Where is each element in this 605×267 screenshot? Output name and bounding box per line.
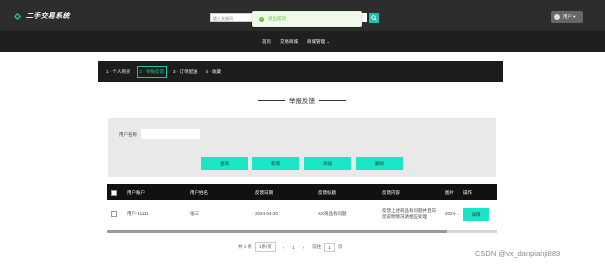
cell-date: 2024-04-20 (255, 211, 279, 216)
table-row[interactable]: 用户-11111 张三 2024-04-20 XX商品有问题 反馈上述商品有问题… (107, 200, 497, 231)
nav-item-home[interactable]: 首页 (262, 39, 271, 45)
next-page-button[interactable]: › (303, 245, 305, 250)
cell-title: XX商品有问题 (318, 211, 347, 216)
detail-button[interactable]: 详情 (463, 208, 489, 221)
logo[interactable]: 二手交易系统 (13, 11, 70, 21)
username-label: 用户名称 (119, 132, 137, 137)
page-unit: 页 (337, 244, 343, 249)
prev-page-button[interactable]: ‹ (283, 245, 285, 250)
cell-content: 反馈上述商品有问题并且向您说明情况请相应处理 (382, 208, 436, 219)
pagination: 共 1 条 1条/页 ‹ 1 › 前往 1 页 (238, 242, 342, 252)
user-label: 用户 ▾ (563, 14, 576, 19)
new-button[interactable]: 新增 (252, 157, 299, 170)
user-menu-button[interactable]: 用户 ▾ (551, 11, 583, 23)
section-title-text: 举报反馈 (289, 98, 315, 105)
user-center-tabs: 1 · 个人购买 2 · 举报反馈 3 · 订单配送 4 · 收藏 (98, 61, 503, 82)
tab-feedback[interactable]: 2 · 举报反馈 (136, 65, 168, 78)
col-image: 图片 (445, 190, 454, 195)
username-input[interactable] (141, 129, 200, 139)
pagination-total: 共 1 条 (238, 244, 253, 249)
success-icon: ✓ (259, 16, 264, 22)
horizontal-scrollbar[interactable] (107, 230, 497, 233)
goto-label: 前往 (312, 244, 322, 249)
avatar (554, 14, 560, 20)
search-button[interactable] (369, 12, 379, 23)
nav-item-mall[interactable]: 交易商城 (280, 39, 298, 45)
toast-notification: ✓ 退出成功 (252, 11, 362, 27)
divider-right (319, 99, 346, 101)
cell-account: 用户-11111 (127, 211, 149, 216)
nav-bar: 首页 交易商城 商城管理 ⌄ (0, 31, 605, 52)
delete-button[interactable]: 删除 (356, 157, 403, 170)
row-checkbox[interactable] (111, 211, 117, 217)
tab-personal[interactable]: 1 · 个人购买 (104, 67, 133, 77)
col-date: 反馈日期 (255, 190, 273, 195)
add-button[interactable]: 添加 (304, 157, 351, 170)
cell-name: 张三 (190, 211, 199, 216)
watermark: CSDN @vx_danpianji889 (475, 249, 561, 258)
nav-item-manage[interactable]: 商城管理 ⌄ (307, 39, 330, 45)
page-size-select[interactable]: 1条/页 (255, 242, 276, 252)
col-action: 操作 (463, 190, 472, 195)
section-title: 举报反馈 (254, 95, 350, 105)
search-action-button[interactable]: 查询 (201, 157, 248, 170)
divider-left (258, 99, 285, 101)
cell-image: 2024-... (445, 211, 461, 216)
col-content: 反馈内容 (382, 190, 400, 195)
col-name: 用户姓名 (190, 190, 208, 195)
filter-panel: 用户名称 查询 新增 添加 删除 (108, 118, 496, 177)
search-input[interactable]: 输入关键词 (210, 13, 255, 22)
search-icon (371, 14, 377, 21)
app-title: 二手交易系统 (26, 13, 70, 20)
logo-icon (13, 12, 22, 20)
select-all-checkbox[interactable] (111, 190, 117, 196)
tab-favorites[interactable]: 4 · 收藏 (204, 67, 224, 77)
page-number[interactable]: 1 (292, 245, 295, 250)
table-header: 用户账户 用户姓名 反馈日期 反馈标题 反馈内容 图片 操作 (107, 184, 497, 200)
scrollbar-thumb[interactable] (107, 230, 447, 233)
col-title: 反馈标题 (318, 190, 336, 195)
feedback-table: 用户账户 用户姓名 反馈日期 反馈标题 反馈内容 图片 操作 用户-11111 … (107, 184, 497, 233)
top-bar: 二手交易系统 输入关键词 ✓ 退出成功 用户 ▾ (0, 0, 605, 31)
col-account: 用户账户 (127, 190, 145, 195)
goto-page-input[interactable]: 1 (324, 242, 335, 252)
tab-orders[interactable]: 3 · 订单配送 (171, 67, 200, 77)
toast-message: 退出成功 (268, 16, 286, 21)
